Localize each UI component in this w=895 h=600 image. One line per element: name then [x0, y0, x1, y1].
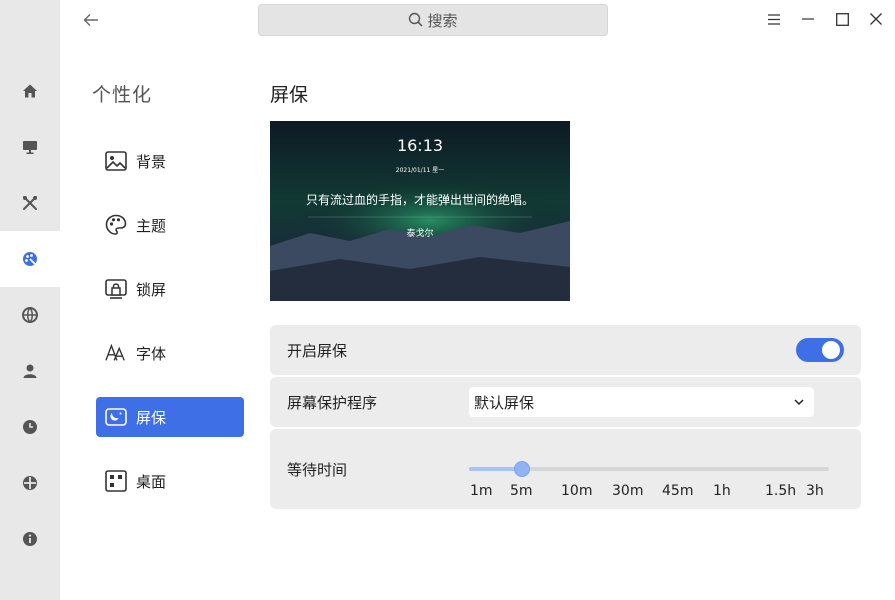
search-placeholder: 搜索: [427, 11, 458, 30]
toggle-knob: [822, 341, 840, 359]
sidebar-rail: [0, 0, 60, 600]
search-icon: [409, 12, 424, 27]
enable-screensaver-label: 开启屏保: [287, 342, 348, 360]
sidebar-item-account[interactable]: [0, 343, 60, 399]
image-icon: [105, 150, 127, 172]
lockscreen-icon: [105, 278, 127, 300]
tick-label: 30m: [612, 483, 644, 499]
nav-item-label: 主题: [136, 216, 167, 235]
close-icon: [870, 13, 882, 25]
personalize-icon: [23, 252, 37, 266]
category-title: 个性化: [92, 84, 153, 106]
update-icon: [23, 476, 37, 490]
tick-label: 5m: [510, 483, 533, 499]
nav-item-font[interactable]: 字体: [96, 333, 244, 373]
sidebar-item-datetime[interactable]: [0, 399, 60, 455]
search-input[interactable]: 搜索: [258, 4, 608, 36]
sidebar-item-update[interactable]: [0, 455, 60, 511]
maximize-button[interactable]: [831, 8, 853, 30]
arrow-left-icon: [83, 14, 98, 26]
screensaver-program-row: 屏幕保护程序 默认屏保: [270, 377, 861, 427]
page-title: 屏保: [270, 84, 309, 106]
font-icon: [105, 342, 127, 364]
sidebar-item-home[interactable]: [0, 63, 60, 119]
info-icon: [23, 532, 37, 546]
wait-time-slider[interactable]: [469, 461, 829, 477]
screensaver-program-value: 默认屏保: [474, 393, 535, 412]
tick-label: 1h: [713, 483, 731, 499]
palette-icon: [105, 214, 127, 236]
nav-item-label: 桌面: [136, 472, 167, 491]
sidebar-item-network[interactable]: [0, 287, 60, 343]
screensaver-program-label: 屏幕保护程序: [287, 394, 378, 412]
tick-label: 1m: [470, 483, 493, 499]
nav-item-desktop[interactable]: 桌面: [96, 461, 244, 501]
minimize-button[interactable]: [797, 8, 819, 30]
slider-thumb[interactable]: [513, 461, 530, 477]
nav-item-label: 字体: [136, 344, 167, 363]
enable-screensaver-row: 开启屏保: [270, 325, 861, 375]
nav-item-background[interactable]: 背景: [96, 141, 244, 181]
menu-button[interactable]: [763, 8, 785, 30]
nav-item-label: 背景: [136, 152, 167, 171]
enable-screensaver-toggle[interactable]: [796, 338, 844, 362]
home-icon: [23, 84, 37, 98]
minimize-icon: [802, 18, 814, 20]
preview-time: 16:13: [396, 136, 444, 155]
close-button[interactable]: [865, 8, 887, 30]
sidebar-item-display[interactable]: [0, 119, 60, 175]
preview-quote: 只有流过血的手指，才能弹出世间的绝唱。: [305, 193, 534, 207]
tick-label: 1.5h: [765, 483, 797, 499]
globe-icon: [22, 307, 38, 324]
nav-item-label: 屏保: [136, 408, 167, 427]
nav-item-screensaver[interactable]: 屏保: [96, 397, 244, 437]
desktop-icon: [105, 470, 127, 492]
tick-label: 3h: [806, 483, 824, 499]
user-icon: [23, 364, 37, 378]
nav-item-theme[interactable]: 主题: [96, 205, 244, 245]
chevron-down-icon: [794, 399, 804, 406]
preview-author: 泰戈尔: [406, 229, 434, 239]
maximize-icon: [835, 12, 849, 26]
screensaver-program-select[interactable]: 默认屏保: [469, 387, 814, 417]
back-button[interactable]: [78, 8, 104, 32]
preview-date: 2021/01/11 星一: [395, 167, 445, 174]
screensaver-preview: 16:13 2021/01/11 星一 只有流过血的手指，才能弹出世间的绝唱。 …: [270, 121, 570, 301]
wait-time-row: 等待时间 1m 5m 10m 30m 45m 1h 1.5h 3h: [270, 429, 861, 509]
nav-item-lockscreen[interactable]: 锁屏: [96, 269, 244, 309]
nav-item-label: 锁屏: [136, 280, 167, 299]
tools-icon: [23, 196, 37, 210]
wait-time-label: 等待时间: [287, 461, 348, 479]
sidebar-item-about[interactable]: [0, 511, 60, 567]
sidebar-item-personalize[interactable]: [0, 231, 60, 287]
sidebar-item-system[interactable]: [0, 175, 60, 231]
screensaver-icon: [105, 406, 127, 428]
monitor-icon: [23, 141, 37, 154]
tick-label: 10m: [561, 483, 593, 499]
tick-label: 45m: [662, 483, 694, 499]
clock-icon: [23, 420, 37, 434]
hamburger-icon: [768, 13, 780, 25]
